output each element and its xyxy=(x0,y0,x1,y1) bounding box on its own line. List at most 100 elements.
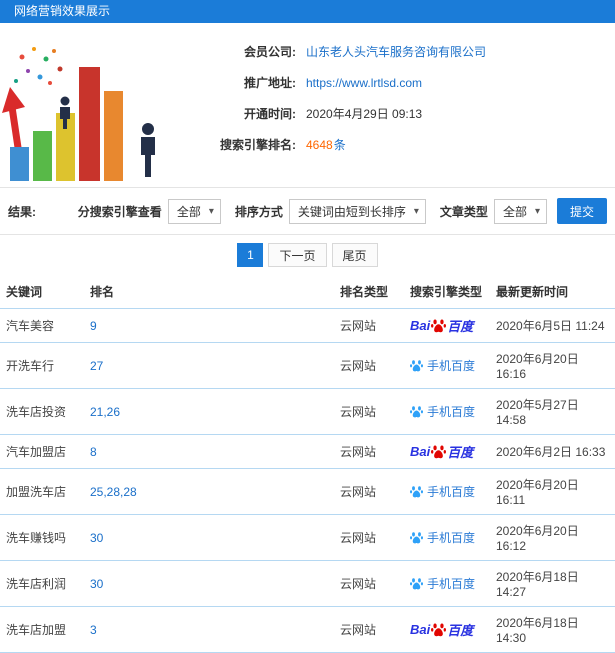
mobile-baidu-label: 手机百度 xyxy=(427,404,476,419)
cell-rank-type: 云网站 xyxy=(334,308,404,343)
table-row: 洗车店利润 30 云网站 手机百度 2020年6月18日 14:27 xyxy=(0,560,615,607)
top-panel: 会员公司: 山东老人头汽车服务咨询有限公司 推广地址: https://www.… xyxy=(0,23,615,187)
last-page-button[interactable]: 尾页 xyxy=(331,243,378,267)
mobile-baidu-paw-icon xyxy=(410,405,423,418)
type-filter-label: 文章类型 xyxy=(439,204,488,219)
submit-button[interactable]: 提交 xyxy=(556,198,607,224)
cell-keyword: 加盟洗车店 xyxy=(0,468,84,515)
baidu-text-right: 百度 xyxy=(447,319,474,334)
type-filter-select[interactable]: 全部 xyxy=(493,198,547,224)
cell-updated: 2020年5月27日 14:58 xyxy=(490,388,615,435)
table-row: 开洗车行 27 云网站 手机百度 2020年6月20日 16:16 xyxy=(0,342,615,389)
table-row: 洗车店加盟 3 云网站 Bai 百度 2020年6月18日 14:30 xyxy=(0,606,615,653)
cell-updated: 2020年6月20日 16:12 xyxy=(490,514,615,561)
mobile-baidu-logo: 手机百度 xyxy=(410,575,475,592)
cell-keyword: 洗车店加盟 xyxy=(0,606,84,653)
cell-updated: 2020年6月20日 16:11 xyxy=(490,468,615,515)
cell-rank[interactable]: 21,26 xyxy=(84,388,334,435)
type-filter-value: 全部 xyxy=(502,204,527,219)
cell-engine: 手机百度 xyxy=(404,388,490,435)
baidu-paw-icon xyxy=(431,622,447,637)
mobile-baidu-label: 手机百度 xyxy=(427,576,476,591)
cell-updated: 2020年6月5日 11:24 xyxy=(490,308,615,343)
cell-keyword: 洗车赚钱吗 xyxy=(0,514,84,561)
bar-chart-graphic xyxy=(2,47,155,181)
results-table: 关键词 排名 排名类型 搜索引擎类型 最新更新时间 汽车美容 9 云网站 Bai… xyxy=(0,275,615,653)
sort-filter-value: 关键词由短到长排序 xyxy=(297,204,406,219)
engine-filter-select[interactable]: 全部 xyxy=(167,198,221,224)
open-time-row: 开通时间: 2020年4月29日 09:13 xyxy=(178,105,605,122)
engine-filter-value: 全部 xyxy=(176,204,201,219)
promo-url-link[interactable]: https://www.lrtlsd.com xyxy=(306,76,422,90)
cell-keyword: 洗车店投资 xyxy=(0,388,84,435)
header-keyword: 关键词 xyxy=(0,275,84,309)
cell-rank[interactable]: 25,28,28 xyxy=(84,468,334,515)
page-current[interactable]: 1 xyxy=(237,243,264,267)
mobile-baidu-paw-icon xyxy=(410,359,423,372)
cell-updated: 2020年6月18日 14:30 xyxy=(490,606,615,653)
header-engine-type: 搜索引擎类型 xyxy=(404,275,490,309)
baidu-text-left: Bai xyxy=(410,444,431,459)
cell-rank[interactable]: 9 xyxy=(84,308,334,343)
engine-rank-label: 搜索引擎排名: xyxy=(220,138,296,152)
cell-rank-type: 云网站 xyxy=(334,514,404,561)
mobile-baidu-label: 手机百度 xyxy=(427,530,476,545)
cell-rank-type: 云网站 xyxy=(334,342,404,389)
cell-engine: 手机百度 xyxy=(404,468,490,515)
cell-rank[interactable]: 27 xyxy=(84,342,334,389)
mobile-baidu-paw-icon xyxy=(410,577,423,590)
mobile-baidu-logo: 手机百度 xyxy=(410,357,475,374)
cell-engine: Bai 百度 xyxy=(404,308,490,343)
cell-rank-type: 云网站 xyxy=(334,560,404,607)
mobile-baidu-logo: 手机百度 xyxy=(410,483,475,500)
baidu-pc-logo: Bai 百度 xyxy=(410,620,473,639)
header-rank-type: 排名类型 xyxy=(334,275,404,309)
cell-updated: 2020年6月18日 14:27 xyxy=(490,560,615,607)
cell-rank-type: 云网站 xyxy=(334,606,404,653)
filter-bar: 结果: 分搜索引擎查看 全部 排序方式 关键词由短到长排序 文章类型 全部 提交 xyxy=(0,187,615,235)
next-page-button[interactable]: 下一页 xyxy=(268,243,327,267)
baidu-paw-icon xyxy=(431,318,447,333)
member-info: 会员公司: 山东老人头汽车服务咨询有限公司 推广地址: https://www.… xyxy=(178,31,605,181)
cell-keyword: 汽车加盟店 xyxy=(0,434,84,469)
engine-rank-unit: 条 xyxy=(333,138,346,152)
cell-rank-type: 云网站 xyxy=(334,388,404,435)
mobile-baidu-paw-icon xyxy=(410,485,423,498)
cell-engine: 手机百度 xyxy=(404,560,490,607)
cell-rank[interactable]: 30 xyxy=(84,514,334,561)
baidu-text-right: 百度 xyxy=(447,445,474,460)
cell-rank[interactable]: 3 xyxy=(84,606,334,653)
engine-filter-label: 分搜索引擎查看 xyxy=(77,204,162,219)
company-row: 会员公司: 山东老人头汽车服务咨询有限公司 xyxy=(178,43,605,60)
cell-rank[interactable]: 8 xyxy=(84,434,334,469)
cell-engine: Bai 百度 xyxy=(404,434,490,469)
table-row: 汽车美容 9 云网站 Bai 百度 2020年6月5日 11:24 xyxy=(0,308,615,343)
mobile-baidu-label: 手机百度 xyxy=(427,484,476,499)
engine-rank-value: 4648条 xyxy=(306,136,346,153)
mobile-baidu-logo: 手机百度 xyxy=(410,403,475,420)
engine-rank-row: 搜索引擎排名: 4648条 xyxy=(178,136,605,153)
baidu-text-left: Bai xyxy=(410,318,431,333)
cell-rank-type: 云网站 xyxy=(334,468,404,515)
open-time-label: 开通时间: xyxy=(244,107,296,121)
baidu-text-left: Bai xyxy=(410,622,431,637)
cell-keyword: 洗车店利润 xyxy=(0,560,84,607)
cell-rank-type: 云网站 xyxy=(334,434,404,469)
cell-updated: 2020年6月2日 16:33 xyxy=(490,434,615,469)
mobile-baidu-paw-icon xyxy=(410,531,423,544)
cell-rank[interactable]: 30 xyxy=(84,560,334,607)
sort-filter-select[interactable]: 关键词由短到长排序 xyxy=(288,198,426,224)
promo-url-label: 推广地址: xyxy=(244,76,296,90)
header-rank: 排名 xyxy=(84,275,334,309)
company-link[interactable]: 山东老人头汽车服务咨询有限公司 xyxy=(306,43,486,60)
cell-engine: Bai 百度 xyxy=(404,606,490,653)
table-row: 洗车赚钱吗 30 云网站 手机百度 2020年6月20日 16:12 xyxy=(0,514,615,561)
cell-keyword: 开洗车行 xyxy=(0,342,84,389)
promo-url-row: 推广地址: https://www.lrtlsd.com xyxy=(178,74,605,91)
baidu-pc-logo: Bai 百度 xyxy=(410,442,473,461)
baidu-text-right: 百度 xyxy=(447,623,474,638)
result-label: 结果: xyxy=(8,204,36,219)
pagination: 1 下一页 尾页 xyxy=(0,235,615,275)
mobile-baidu-logo: 手机百度 xyxy=(410,529,475,546)
company-label: 会员公司: xyxy=(244,45,296,59)
